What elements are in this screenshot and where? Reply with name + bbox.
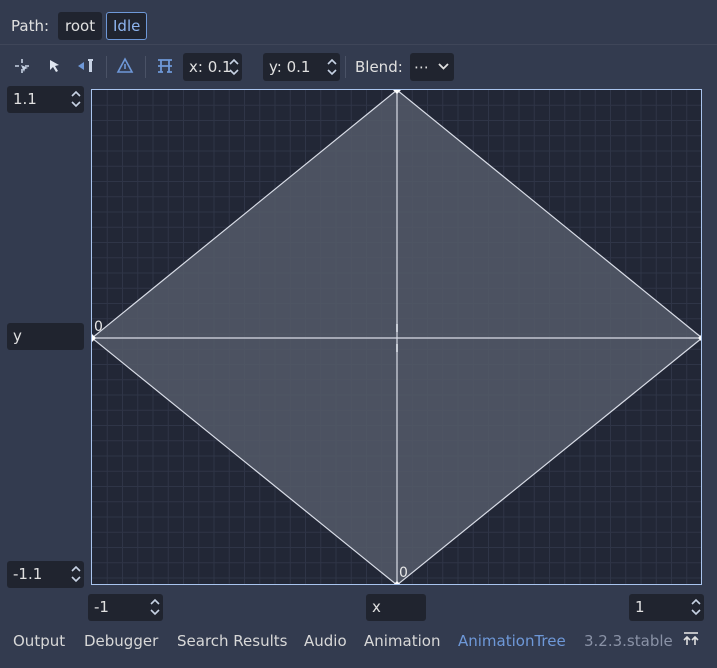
- version-label: 3.2.3.stable: [584, 632, 673, 650]
- spinner-icon[interactable]: [71, 90, 81, 108]
- tab-output[interactable]: Output: [13, 628, 65, 654]
- y-label-value: y: [13, 327, 22, 345]
- x-min-value: -1: [94, 598, 109, 616]
- snap-y-field[interactable]: y: 0.1: [263, 53, 340, 81]
- x-max-field[interactable]: 1: [629, 594, 704, 621]
- select-points-icon[interactable]: [10, 52, 34, 80]
- x-min-field[interactable]: -1: [88, 594, 163, 621]
- tab-debugger[interactable]: Debugger: [84, 628, 158, 654]
- blend-value: ⋯: [414, 58, 429, 76]
- y-max-field[interactable]: 1.1: [7, 86, 84, 113]
- point-label-bottom: 0: [399, 565, 408, 581]
- snap-y-value: y: 0.1: [269, 58, 311, 76]
- spinner-icon[interactable]: [71, 565, 81, 583]
- spinner-icon[interactable]: [150, 598, 160, 616]
- path-crumb-root[interactable]: root: [58, 12, 103, 40]
- snap-x-value: x: 0.1: [189, 58, 232, 76]
- snap-x-field[interactable]: x: 0.1: [183, 53, 242, 81]
- spinner-icon[interactable]: [691, 598, 701, 616]
- x-label-field[interactable]: x: [366, 594, 426, 621]
- create-points-icon[interactable]: [74, 52, 98, 80]
- spinner-icon[interactable]: [327, 58, 337, 76]
- path-divider: [0, 44, 717, 45]
- y-min-value: -1.1: [13, 565, 43, 583]
- snap-icon[interactable]: [152, 52, 178, 80]
- chevron-down-icon: [438, 63, 449, 70]
- tab-search-results[interactable]: Search Results: [177, 628, 287, 654]
- path-label: Path:: [11, 17, 50, 35]
- toolbar-separator: [345, 56, 346, 78]
- tab-animation[interactable]: Animation: [364, 628, 440, 654]
- toolbar-separator: [145, 56, 146, 78]
- toolbar-separator: [106, 56, 107, 78]
- x-label-value: x: [372, 598, 381, 616]
- blend-space-canvas[interactable]: 0 0: [91, 89, 702, 585]
- tab-audio[interactable]: Audio: [304, 628, 347, 654]
- blend-label: Blend:: [355, 58, 403, 76]
- point-label-left: 0: [94, 319, 103, 335]
- path-crumb-idle[interactable]: Idle: [106, 12, 148, 40]
- y-max-value: 1.1: [13, 90, 37, 108]
- y-label-field[interactable]: y: [7, 323, 84, 350]
- spinner-icon[interactable]: [229, 58, 239, 76]
- y-min-field[interactable]: -1.1: [7, 561, 84, 588]
- tab-animationtree[interactable]: AnimationTree: [458, 628, 566, 654]
- expand-panel-icon[interactable]: [683, 631, 699, 651]
- create-triangles-icon[interactable]: [113, 52, 137, 80]
- x-max-value: 1: [635, 598, 645, 616]
- blend-space-graph: [92, 90, 701, 584]
- pointer-icon[interactable]: [42, 52, 66, 80]
- blend-select[interactable]: ⋯: [410, 53, 454, 81]
